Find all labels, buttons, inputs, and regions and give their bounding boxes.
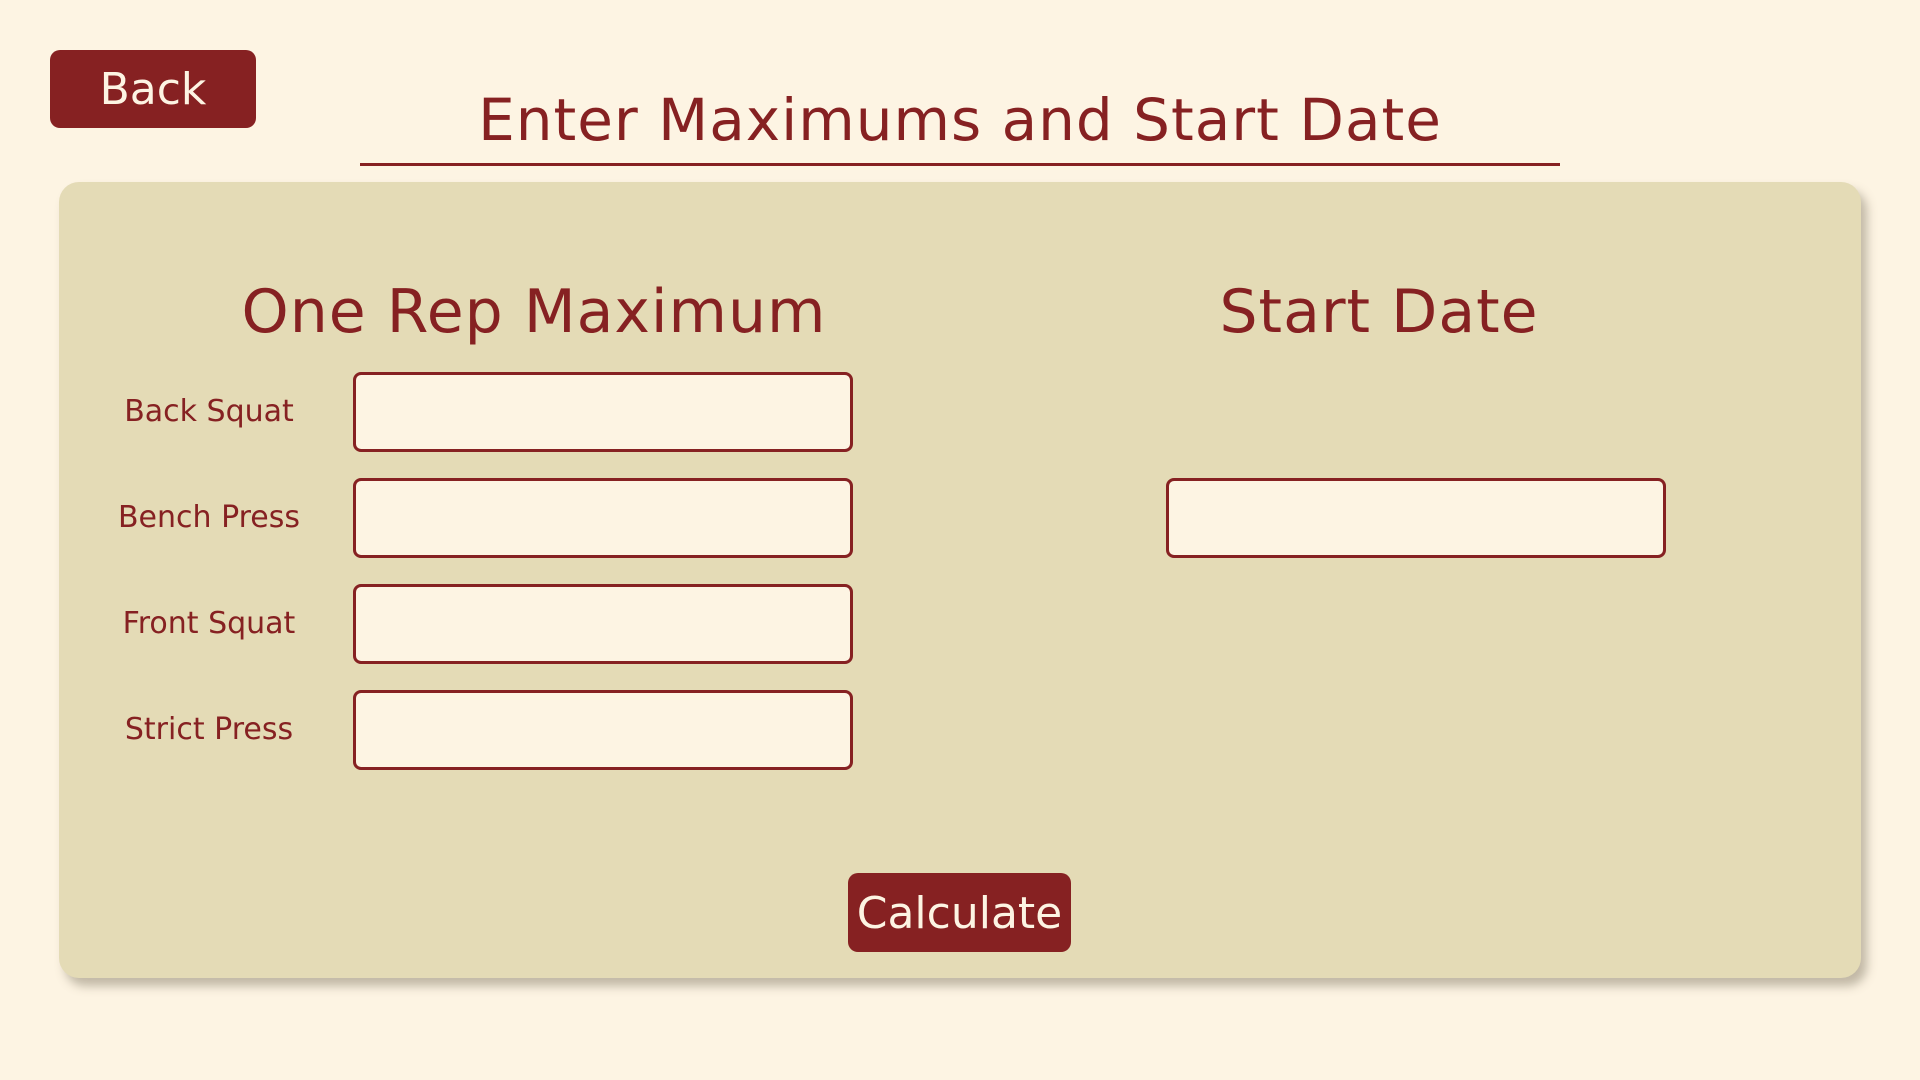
back-squat-label: Back Squat xyxy=(124,394,294,429)
one-rep-max-heading: One Rep Maximum xyxy=(241,277,827,347)
start-date-heading: Start Date xyxy=(1219,277,1539,347)
front-squat-input[interactable] xyxy=(353,584,853,664)
lift-row-front-squat: Front Squat xyxy=(99,584,919,664)
start-date-input[interactable] xyxy=(1166,478,1666,558)
strict-press-label: Strict Press xyxy=(124,712,294,747)
page-title: Enter Maximums and Start Date xyxy=(478,86,1442,154)
bench-press-label: Bench Press xyxy=(117,500,301,535)
back-squat-input[interactable] xyxy=(353,372,853,452)
lift-row-strict-press: Strict Press xyxy=(99,690,919,770)
bench-press-input[interactable] xyxy=(353,478,853,558)
lift-row-back-squat: Back Squat xyxy=(99,372,919,452)
calculate-button[interactable]: Calculate xyxy=(848,873,1071,952)
strict-press-input[interactable] xyxy=(353,690,853,770)
form-panel: One Rep Maximum Back Squat Bench Press F… xyxy=(59,182,1861,978)
front-squat-label: Front Squat xyxy=(122,606,296,641)
back-button[interactable]: Back xyxy=(50,50,256,128)
lift-row-bench-press: Bench Press xyxy=(99,478,919,558)
title-underline xyxy=(360,163,1560,166)
